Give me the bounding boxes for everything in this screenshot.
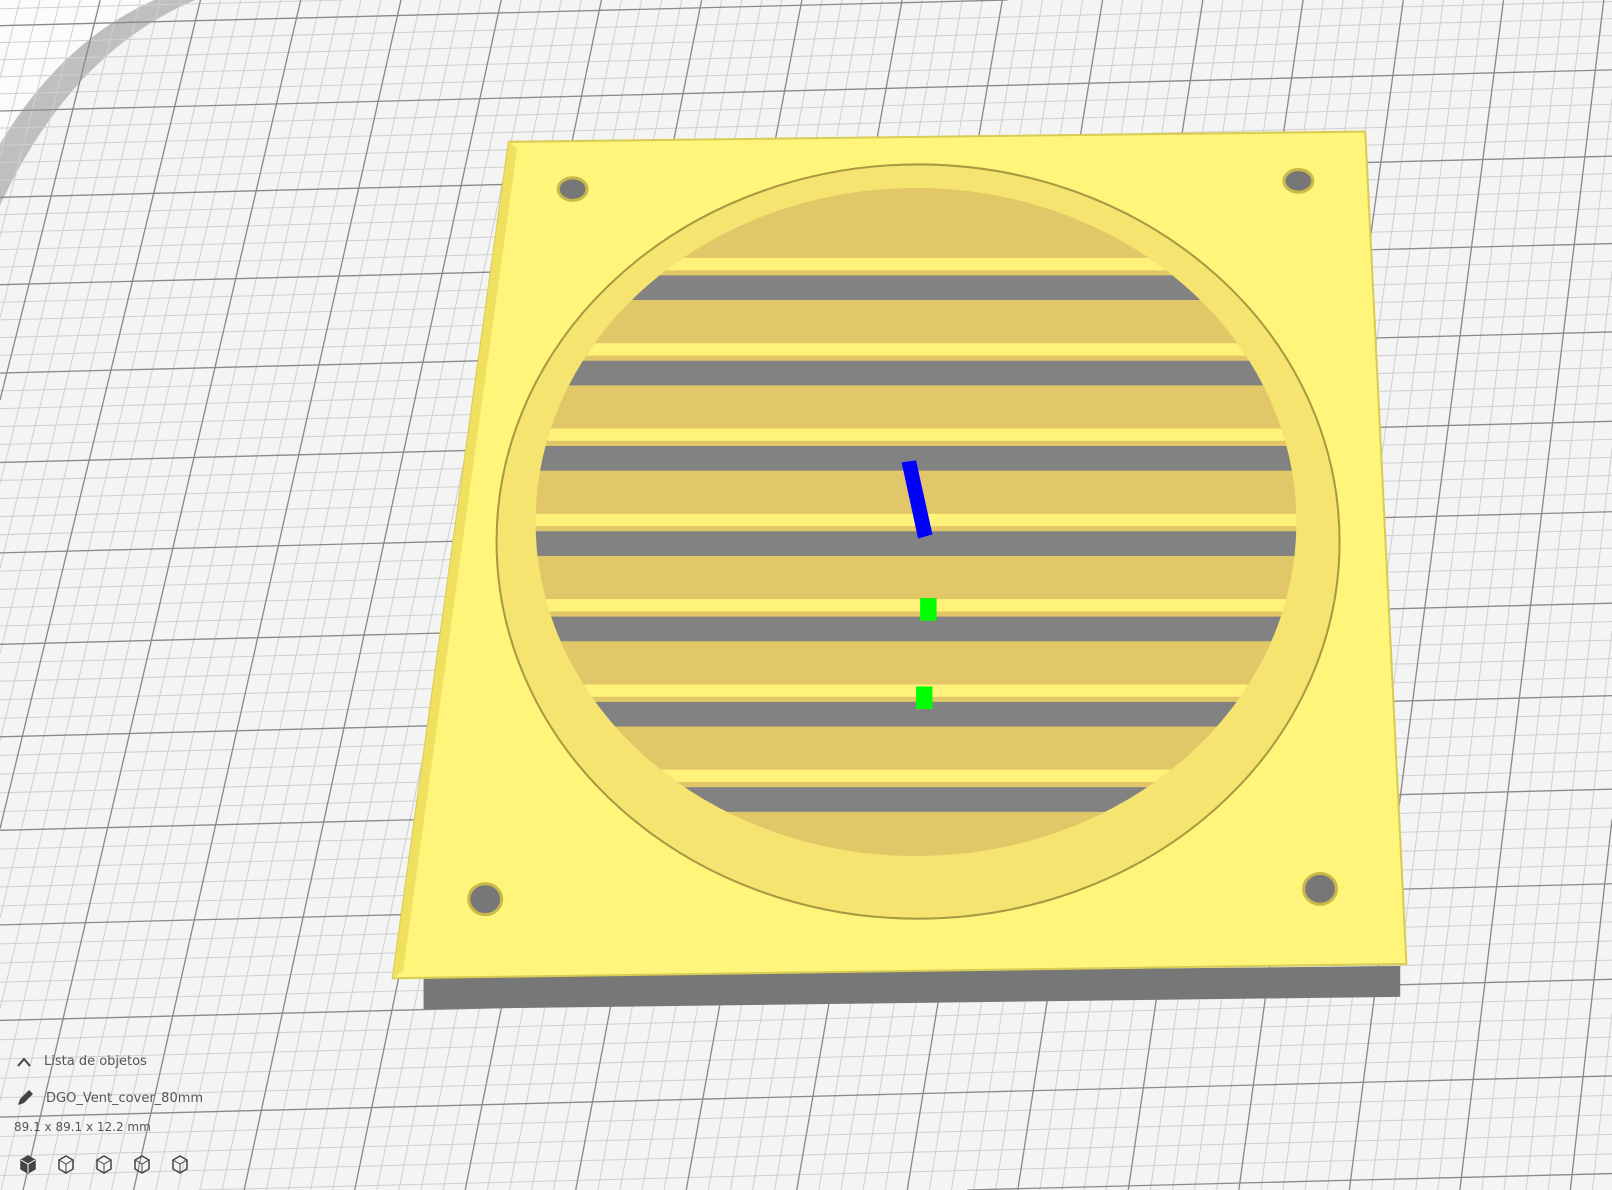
y-axis-indicator-2 — [916, 686, 933, 710]
object-list-toggle[interactable]: Lista de objetos — [16, 1054, 147, 1069]
y-axis-indicator — [920, 598, 937, 621]
chevron-up-icon — [17, 1056, 31, 1067]
cube-solid-icon[interactable] — [18, 1154, 40, 1176]
cube-left-icon[interactable] — [132, 1154, 154, 1176]
object-name: DGO_Vent_cover_80mm — [46, 1090, 204, 1106]
build-plate-viewport[interactable] — [0, 0, 1612, 1190]
cube-front-icon[interactable] — [56, 1154, 78, 1176]
object-name-row[interactable]: DGO_Vent_cover_80mm — [16, 1089, 203, 1107]
object-list-label: Lista de objetos — [44, 1054, 147, 1069]
cube-top-icon[interactable] — [94, 1154, 116, 1176]
object-list-panel: Lista de objetos DGO_Vent_cover_80mm 89.… — [0, 1040, 240, 1190]
pencil-icon — [18, 1090, 33, 1105]
cube-right-icon[interactable] — [170, 1154, 192, 1176]
view-buttons — [18, 1154, 192, 1176]
object-dimensions: 89.1 x 89.1 x 12.2 mm — [14, 1120, 151, 1134]
